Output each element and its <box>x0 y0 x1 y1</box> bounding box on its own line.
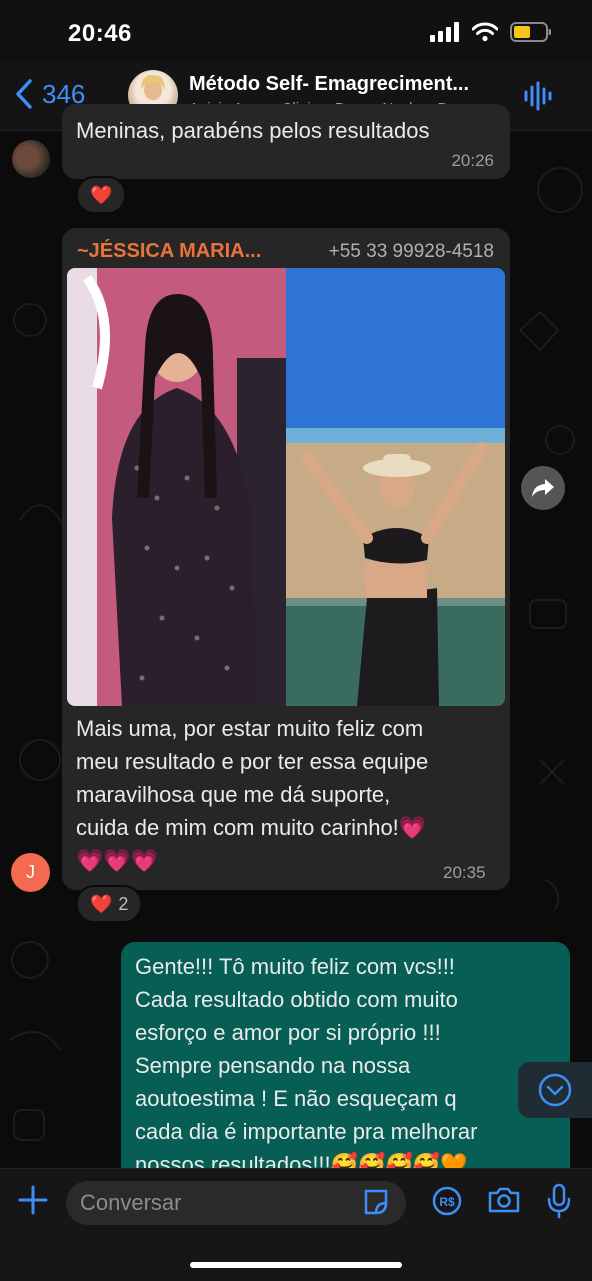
message-input[interactable] <box>66 1181 406 1225</box>
sender-avatar-initial[interactable]: J <box>11 853 50 892</box>
message-text-block: Mais uma, por estar muito feliz com meu … <box>76 712 506 877</box>
payment-icon[interactable]: R$ <box>431 1185 463 1217</box>
message-line: 💗💗💗 <box>76 848 159 873</box>
reaction-badge[interactable]: ❤️ <box>76 176 127 214</box>
message-time: 20:26 <box>451 151 494 170</box>
message-line: aoutoestima ! E não esqueçam q <box>135 1086 457 1111</box>
forward-button[interactable] <box>521 466 565 510</box>
message-text-block: Gente!!! Tô muito feliz com vcs!!! Cada … <box>135 950 565 1181</box>
heart-reaction: ❤️ <box>90 184 113 205</box>
message-line: Gente!!! Tô muito feliz com vcs!!! <box>135 954 455 979</box>
heart-reaction: ❤️ <box>90 893 113 914</box>
back-chevron-icon <box>16 79 32 109</box>
status-icons <box>430 22 552 42</box>
signal-icon <box>430 22 459 42</box>
message-line: maravilhosa que me dá suporte, <box>76 782 391 807</box>
wifi-icon <box>472 22 498 42</box>
message-line: Sempre pensando na nossa <box>135 1053 411 1078</box>
message-line: cada dia é importante pra melhorar <box>135 1119 478 1144</box>
chat-title[interactable]: Método Self- Emagreciment... <box>189 73 469 96</box>
sticker-icon[interactable] <box>362 1187 390 1217</box>
reaction-badge[interactable]: ❤️ 2 <box>76 885 143 923</box>
svg-text:R$: R$ <box>439 1195 455 1209</box>
message-time: 20:35 <box>443 863 486 882</box>
scroll-down-icon <box>538 1073 572 1107</box>
battery-icon <box>510 22 551 42</box>
sender-avatar[interactable] <box>12 140 50 178</box>
message-bubble-incoming[interactable]: Meninas, parabéns pelos resultados 20:26 <box>62 104 510 179</box>
scroll-down-button[interactable] <box>518 1062 592 1118</box>
message-line: meu resultado e por ter essa equipe <box>76 749 429 774</box>
status-time: 20:46 <box>68 20 132 47</box>
home-indicator[interactable] <box>190 1262 402 1268</box>
message-line: esforço e amor por si próprio !!! <box>135 1020 441 1045</box>
camera-icon[interactable] <box>487 1185 521 1215</box>
status-bar: 20:46 <box>0 0 592 70</box>
message-line: cuida de mim com muito carinho!💗 <box>76 815 427 840</box>
plus-icon[interactable] <box>16 1183 50 1217</box>
reaction-count: 2 <box>118 893 129 914</box>
message-line: Cada resultado obtido com muito <box>135 987 458 1012</box>
mic-icon[interactable] <box>546 1183 572 1219</box>
sender-phone[interactable]: +55 33 99928-4518 <box>329 241 494 263</box>
sender-name[interactable]: ~JÉSSICA MARIA... <box>77 240 261 263</box>
message-line: Mais uma, por estar muito feliz com <box>76 716 424 741</box>
message-text: Meninas, parabéns pelos resultados <box>76 118 430 143</box>
forward-icon <box>532 479 554 497</box>
message-photo[interactable] <box>67 268 505 706</box>
voice-call-icon[interactable] <box>524 81 552 111</box>
